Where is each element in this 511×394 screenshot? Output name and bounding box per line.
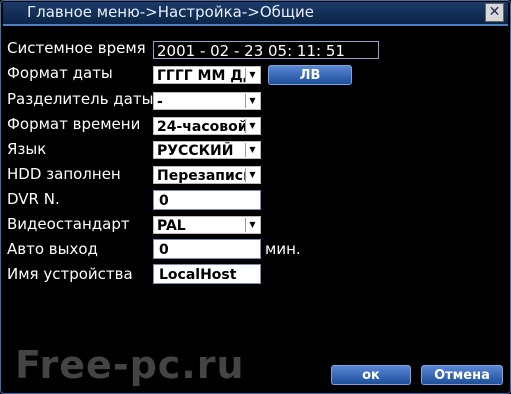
auto-logout-unit: мин. <box>265 240 301 258</box>
auto-logout-input[interactable]: 0 <box>153 239 261 259</box>
time-format-value: 24-часовой <box>157 119 245 135</box>
date-separator-value: - <box>157 94 163 110</box>
system-time-input[interactable]: 2001 - 02 - 23 05: 11: 51 <box>153 41 379 59</box>
time-format-select[interactable]: 24-часовой ▼ <box>153 117 261 135</box>
watermark: Free-pc.ru <box>15 343 245 387</box>
dvr-no-input[interactable]: 0 <box>153 190 261 210</box>
window-title: Главное меню->Настройка->Общие <box>27 3 315 21</box>
title-bar: Главное меню->Настройка->Общие ✕ <box>3 2 508 26</box>
date-format-button[interactable]: ЛВ <box>268 65 352 85</box>
language-label: Язык <box>7 140 47 158</box>
device-name-label: Имя устройства <box>7 265 133 283</box>
date-format-label: Формат даты <box>7 64 113 82</box>
ok-button[interactable]: ок <box>331 365 411 385</box>
video-standard-select[interactable]: PAL ▼ <box>153 216 261 234</box>
auto-logout-label: Авто выход <box>7 240 98 258</box>
hdd-full-value: Перезапись <box>157 168 245 184</box>
cancel-button[interactable]: Отмена <box>421 365 503 385</box>
chevron-down-icon: ▼ <box>245 218 259 232</box>
video-standard-label: Видеостандарт <box>7 215 130 233</box>
system-time-label: Системное время <box>7 39 146 57</box>
date-separator-select[interactable]: - ▼ <box>153 92 261 110</box>
chevron-down-icon: ▼ <box>245 168 259 182</box>
date-format-select[interactable]: ГГГГ ММ ДД ▼ <box>153 66 261 84</box>
language-value: РУССКИЙ <box>157 143 234 159</box>
chevron-down-icon: ▼ <box>245 143 259 157</box>
device-name-input[interactable]: LocalHost <box>153 264 261 284</box>
chevron-down-icon: ▼ <box>245 68 259 82</box>
chevron-down-icon: ▼ <box>245 119 259 133</box>
close-icon[interactable]: ✕ <box>485 3 504 22</box>
time-format-label: Формат времени <box>7 115 141 133</box>
hdd-full-select[interactable]: Перезапись ▼ <box>153 166 261 184</box>
chevron-down-icon: ▼ <box>245 94 259 108</box>
language-select[interactable]: РУССКИЙ ▼ <box>153 141 261 159</box>
date-separator-label: Разделитель даты <box>7 90 154 108</box>
settings-dialog: Главное меню->Настройка->Общие ✕ Системн… <box>0 0 511 394</box>
dvr-no-label: DVR N. <box>7 190 60 208</box>
video-standard-value: PAL <box>157 218 186 234</box>
date-format-value: ГГГГ ММ ДД <box>157 68 245 84</box>
hdd-full-label: HDD заполнен <box>7 165 121 183</box>
